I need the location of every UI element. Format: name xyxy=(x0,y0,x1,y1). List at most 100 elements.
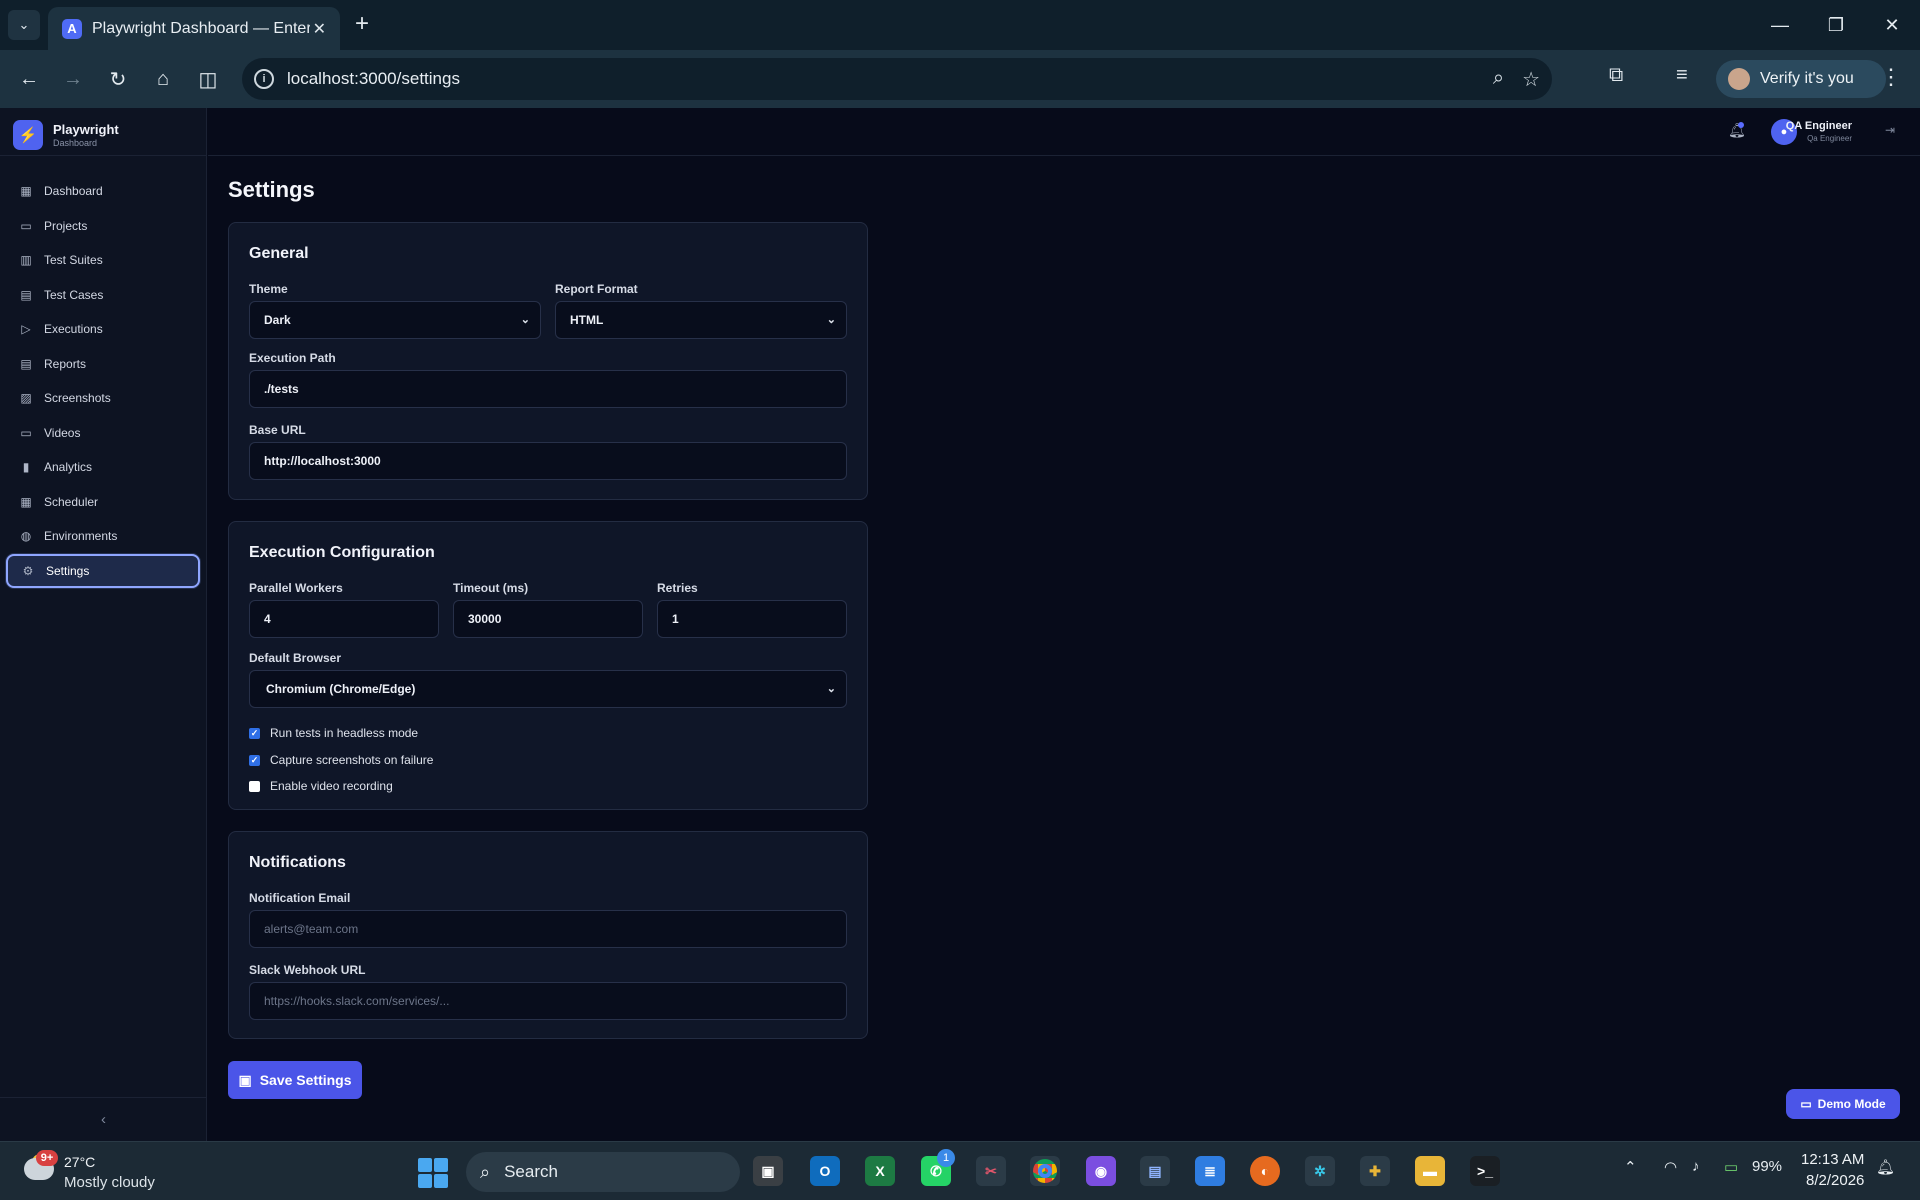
sidebar-item-test-cases[interactable]: ▤ Test Cases xyxy=(6,278,200,313)
sidebar-item-label: Test Suites xyxy=(44,253,103,268)
browser-menu-icon[interactable]: ⋮ xyxy=(1880,64,1902,90)
snowflake-app-icon[interactable]: ✲ xyxy=(1305,1156,1335,1186)
execution-path-input[interactable]: ./tests xyxy=(249,370,847,408)
report-format-select[interactable]: HTML ⌄ xyxy=(555,301,847,339)
parallel-workers-label: Parallel Workers xyxy=(249,581,343,595)
screenshot-on-failure-checkbox[interactable]: ✓ Capture screenshots on failure xyxy=(249,753,433,767)
sidebar-item-projects[interactable]: ▭ Projects xyxy=(6,209,200,244)
chevron-left-icon: ‹ xyxy=(101,1111,106,1128)
back-icon[interactable]: ← xyxy=(14,64,44,94)
sidebar-item-settings[interactable]: ⚙ Settings xyxy=(6,553,200,588)
minimize-icon[interactable]: — xyxy=(1752,0,1808,50)
wifi-icon[interactable]: ◠ xyxy=(1664,1158,1677,1176)
restore-icon[interactable]: ❐ xyxy=(1808,0,1864,50)
theme-select[interactable]: Dark ⌄ xyxy=(249,301,541,339)
app-icon-purple[interactable]: ◉ xyxy=(1086,1156,1116,1186)
timeout-input[interactable]: 30000 xyxy=(453,600,643,638)
sidebar-item-analytics[interactable]: ▮ Analytics xyxy=(6,450,200,485)
chrome-icon[interactable] xyxy=(1030,1156,1060,1186)
zoom-icon[interactable]: ⌕ xyxy=(1493,67,1504,92)
sidebar-item-test-suites[interactable]: ▥ Test Suites xyxy=(6,243,200,278)
file-explorer-icon[interactable]: ▬ xyxy=(1415,1156,1445,1186)
site-info-icon[interactable]: i xyxy=(254,69,274,89)
demo-mode-button[interactable]: ▭ Demo Mode xyxy=(1786,1089,1900,1119)
default-browser-select[interactable]: Chromium (Chrome/Edge) ⌄ xyxy=(249,670,847,708)
user-role: Qa Engineer xyxy=(1807,134,1852,143)
user-name: QA Engineer xyxy=(1785,120,1852,132)
bookmark-star-icon[interactable]: ☆ xyxy=(1522,67,1540,92)
outlook-icon[interactable]: O xyxy=(810,1156,840,1186)
clock-date[interactable]: 8/2/2026 xyxy=(1806,1172,1864,1189)
url-text[interactable]: localhost:3000/settings xyxy=(287,69,460,89)
chevron-down-icon: ⌄ xyxy=(520,314,530,326)
weather-widget[interactable]: 9+ 27°C Mostly cloudy xyxy=(22,1150,192,1194)
notification-center-icon[interactable]: 🔔︎ xyxy=(1876,1158,1895,1176)
video-recording-checkbox[interactable]: Enable video recording xyxy=(249,779,393,793)
extensions-icon[interactable]: ⧉ xyxy=(1609,64,1623,87)
video-recording-label: Enable video recording xyxy=(270,779,393,793)
battery-icon[interactable]: ▭ xyxy=(1724,1158,1738,1176)
parallel-workers-input[interactable]: 4 xyxy=(249,600,439,638)
app-header: 🔔︎ ● QA Engineer Qa Engineer ⇥ xyxy=(208,108,1920,156)
close-icon[interactable]: ✕ xyxy=(313,19,326,39)
chat-icon: ▭ xyxy=(1800,1097,1812,1111)
reload-icon[interactable]: ↻ xyxy=(103,64,133,94)
firefox-icon[interactable]: ◐ xyxy=(1250,1156,1280,1186)
split-view-icon[interactable]: ◫ xyxy=(193,64,223,94)
slack-webhook-input[interactable]: https://hooks.slack.com/services/... xyxy=(249,982,847,1020)
default-browser-value: Chromium (Chrome/Edge) xyxy=(266,682,416,696)
default-browser-label: Default Browser xyxy=(249,651,342,665)
task-view-icon[interactable]: ▣ xyxy=(753,1156,783,1186)
terminal-icon[interactable]: >_ xyxy=(1470,1156,1500,1186)
new-tab-button[interactable]: + xyxy=(355,11,369,37)
checkbox-checked-icon: ✓ xyxy=(249,754,260,766)
browser-tab[interactable]: A Playwright Dashboard — Enterp ✕ xyxy=(48,7,340,50)
excel-icon[interactable]: X xyxy=(865,1156,895,1186)
chevron-down-icon: ⌄ xyxy=(826,683,836,695)
sidebar-item-scheduler[interactable]: ▦ Scheduler xyxy=(6,485,200,520)
snipping-tool-icon[interactable]: ✂ xyxy=(976,1156,1006,1186)
profile-avatar xyxy=(1728,68,1750,90)
remote-desktop-icon[interactable]: ▤ xyxy=(1140,1156,1170,1186)
headless-checkbox[interactable]: ✓ Run tests in headless mode xyxy=(249,726,418,740)
media-controls-icon[interactable]: ≡ xyxy=(1676,64,1688,87)
volume-icon[interactable]: ♪ xyxy=(1692,1158,1700,1175)
sidebar-item-label: Environments xyxy=(44,529,118,544)
sidebar-item-videos[interactable]: ▭ Videos xyxy=(6,416,200,451)
sidebar-item-dashboard[interactable]: ▦ Dashboard xyxy=(6,174,200,209)
base-url-input[interactable]: http://localhost:3000 xyxy=(249,442,847,480)
home-icon[interactable]: ⌂ xyxy=(148,64,178,94)
slack-webhook-label: Slack Webhook URL xyxy=(249,963,366,977)
sidebar-item-screenshots[interactable]: ▨ Screenshots xyxy=(6,381,200,416)
clock-time[interactable]: 12:13 AM xyxy=(1801,1151,1864,1168)
profile-verify-button[interactable]: Verify it's you xyxy=(1716,60,1886,98)
chevron-up-icon[interactable]: ⌃ xyxy=(1624,1158,1637,1176)
browser-tab-bar: ⌄ A Playwright Dashboard — Enterp ✕ + — … xyxy=(0,0,1920,50)
sidebar-item-reports[interactable]: ▤ Reports xyxy=(6,347,200,382)
notification-email-input[interactable]: alerts@team.com xyxy=(249,910,847,948)
logout-icon[interactable]: ⇥ xyxy=(1885,123,1895,137)
windows-start-icon[interactable] xyxy=(418,1158,448,1188)
demo-mode-label: Demo Mode xyxy=(1817,1097,1886,1111)
taskbar-search[interactable]: ⌕ Search xyxy=(466,1152,740,1192)
notepad-icon[interactable]: ≣ xyxy=(1195,1156,1225,1186)
close-window-icon[interactable]: ✕ xyxy=(1864,0,1920,50)
sidebar-item-label: Screenshots xyxy=(44,391,111,406)
address-bar[interactable]: i localhost:3000/settings ⌕ ☆ xyxy=(242,58,1552,100)
timeout-label: Timeout (ms) xyxy=(453,581,529,595)
sidebar-item-executions[interactable]: ▷ Executions xyxy=(6,312,200,347)
whatsapp-badge: 1 xyxy=(937,1149,955,1167)
address-bar-actions: ⌕ ☆ xyxy=(1493,67,1540,92)
tab-search-button[interactable]: ⌄ xyxy=(8,10,40,40)
search-icon: ⌕ xyxy=(480,1161,491,1182)
theme-value: Dark xyxy=(264,313,291,327)
save-settings-button[interactable]: ▣ Save Settings xyxy=(228,1061,362,1099)
forward-icon[interactable]: → xyxy=(58,64,88,94)
sidebar-item-environments[interactable]: ◍ Environments xyxy=(6,519,200,554)
collapse-sidebar-button[interactable]: ‹ xyxy=(0,1097,207,1141)
tab-favicon-icon: A xyxy=(62,18,82,39)
retries-input[interactable]: 1 xyxy=(657,600,847,638)
calendar-icon: ▦ xyxy=(20,494,32,509)
slack-icon[interactable]: ✚ xyxy=(1360,1156,1390,1186)
lightning-logo-icon: ⚡ xyxy=(13,120,43,150)
